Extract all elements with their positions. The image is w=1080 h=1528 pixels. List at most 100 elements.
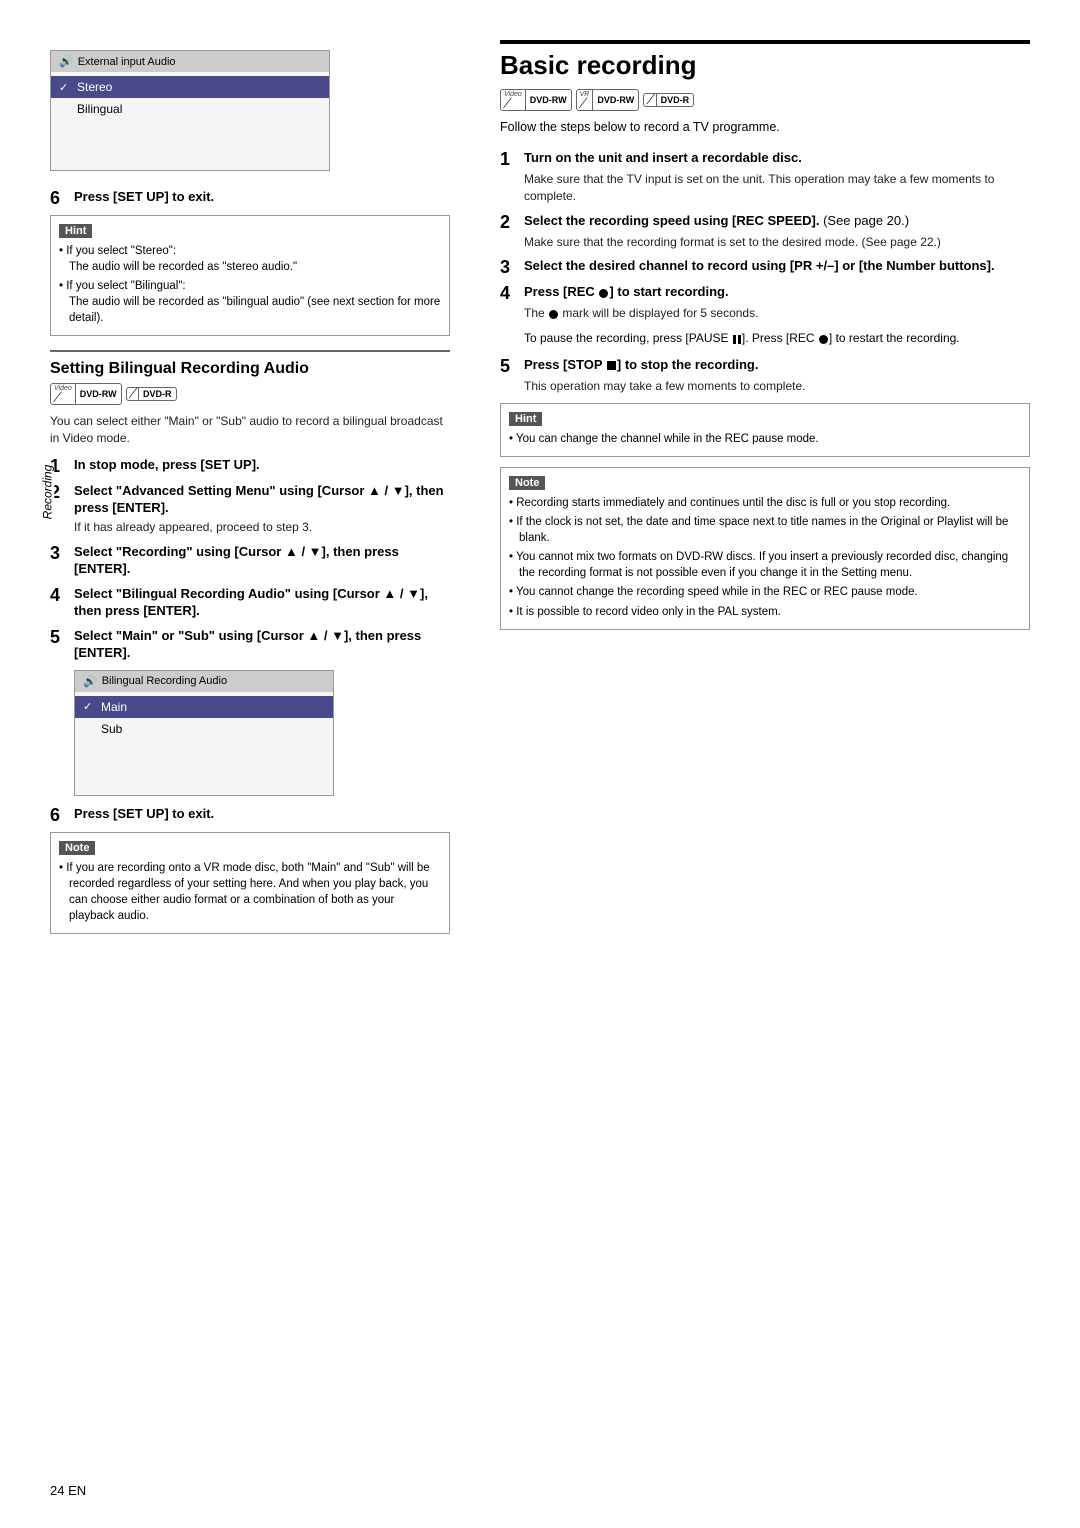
rec-circle-icon [599, 289, 608, 298]
page-number: 24 EN [50, 1483, 86, 1498]
left-column: Recording 🔊 External input Audio ✓ Stere… [50, 40, 480, 1488]
note1-item1: If you are recording onto a VR mode disc… [59, 860, 441, 924]
rec-circle2-icon [549, 310, 558, 319]
screen1-row-bilingual: Bilingual [51, 98, 329, 120]
hint-box-2: Hint You can change the channel while in… [500, 403, 1030, 457]
badge-r-vr-dvdrw-label: DVD-RW [593, 90, 638, 110]
badge-right-dvdrw-vr: VR ╱ DVD-RW [576, 89, 640, 111]
note1-label: Note [59, 841, 95, 855]
hint2-item1: You can change the channel while in the … [509, 431, 1021, 447]
r-step3-title: Select the desired channel to record usi… [524, 258, 995, 275]
r-step1-num: 1 [500, 150, 518, 168]
hint1-item2: If you select "Bilingual":The audio will… [59, 278, 441, 326]
right-divider-top [500, 40, 1030, 44]
pause-note: To pause the recording, press [PAUSE ]. … [500, 330, 1030, 347]
badge-dvdr-slash: ╱ [130, 389, 135, 399]
r-step5-body: This operation may take a few moments to… [500, 378, 1030, 395]
rec-circle3-icon [819, 335, 828, 344]
note2-label: Note [509, 476, 545, 490]
pause-icon [733, 335, 741, 344]
screen1-label-stereo: Stereo [77, 80, 112, 94]
bilingual-badges: Video ╱ DVD-RW ╱ DVD-R [50, 383, 450, 405]
hint1-label: Hint [59, 224, 92, 238]
badge-r-vr-slash: ╱ [580, 99, 585, 109]
hint-box-1: Hint If you select "Stereo":The audio wi… [50, 215, 450, 336]
bilingual-step3: 3 Select "Recording" using [Cursor ▲ / ▼… [50, 544, 450, 578]
bilingual-title: Setting Bilingual Recording Audio [50, 350, 450, 378]
r-step3-num: 3 [500, 258, 518, 276]
screen1-label-bilingual: Bilingual [77, 102, 122, 116]
right-step5: 5 Press [STOP ] to stop the recording. T… [500, 357, 1030, 395]
badge-dvdrw-video: Video ╱ DVD-RW [50, 383, 122, 405]
checkmark-stereo: ✓ [59, 81, 71, 94]
badge-dvdr: ╱ DVD-R [126, 387, 177, 401]
step6-num-left: 6 [50, 189, 68, 207]
screen1-row-stereo: ✓ Stereo [51, 76, 329, 98]
note2-item1: Recording starts immediately and continu… [509, 495, 1021, 511]
basic-rec-title: Basic recording [500, 50, 1030, 81]
speaker-icon: 🔊 [59, 55, 73, 68]
hint2-label: Hint [509, 412, 542, 426]
r-step2-title: Select the recording speed using [REC SP… [524, 213, 909, 230]
r-step4-title: Press [REC ] to start recording. [524, 284, 729, 301]
badge-r-dvdr-slash: ╱ [647, 95, 652, 105]
screen2-title: Bilingual Recording Audio [102, 675, 227, 687]
bilingual-step2: 2 Select "Advanced Setting Menu" using [… [50, 483, 450, 537]
press-setup-label2: Press [SET UP] to exit. [74, 806, 214, 823]
note2-item2: If the clock is not set, the date and ti… [509, 514, 1021, 546]
press-setup-step2: 6 Press [SET UP] to exit. [50, 806, 450, 824]
page-num-value: 24 [50, 1483, 64, 1498]
bilingual-step1: 1 In stop mode, press [SET UP]. [50, 457, 450, 475]
note-box-2: Note Recording starts immediately and co… [500, 467, 1030, 630]
sidebar-label: Recording [40, 465, 54, 520]
badge-video-slash: ╱ [54, 393, 59, 403]
right-step4: 4 Press [REC ] to start recording. The m… [500, 284, 1030, 322]
b-step2-title: Select "Advanced Setting Menu" using [Cu… [74, 483, 450, 517]
screen2-titlebar: 🔊 Bilingual Recording Audio [75, 671, 333, 692]
r-step4-body: The mark will be displayed for 5 seconds… [500, 305, 1030, 322]
right-step3: 3 Select the desired channel to record u… [500, 258, 1030, 276]
screen2-row-sub: Sub [75, 718, 333, 740]
bilingual-section: Setting Bilingual Recording Audio Video … [50, 350, 450, 933]
stop-square-icon [607, 361, 616, 370]
screen2-row-main: ✓ Main [75, 696, 333, 718]
r-step1-title: Turn on the unit and insert a recordable… [524, 150, 802, 167]
screen1-title: External input Audio [78, 56, 176, 68]
press-setup-step1: 6 Press [SET UP] to exit. [50, 189, 450, 207]
right-step2: 2 Select the recording speed using [REC … [500, 213, 1030, 251]
note2-item5: It is possible to record video only in t… [509, 604, 1021, 620]
r-step2-body: Make sure that the recording format is s… [500, 234, 1030, 251]
page-num-suffix: EN [64, 1483, 86, 1498]
b-step2-body: If it has already appeared, proceed to s… [50, 519, 450, 536]
badge-r-video-slash: ╱ [504, 99, 509, 109]
badge-right-dvdrw-video: Video ╱ DVD-RW [500, 89, 572, 111]
b-step3-title: Select "Recording" using [Cursor ▲ / ▼],… [74, 544, 450, 578]
r-step5-num: 5 [500, 357, 518, 375]
right-column: Basic recording Video ╱ DVD-RW VR ╱ DVD-… [480, 40, 1030, 1488]
screen1-titlebar: 🔊 External input Audio [51, 51, 329, 72]
b-step1-title: In stop mode, press [SET UP]. [74, 457, 260, 474]
b-step4-title: Select "Bilingual Recording Audio" using… [74, 586, 450, 620]
badge-right-dvdr: ╱ DVD-R [643, 93, 694, 107]
badge-dvdrw-label: DVD-RW [76, 384, 121, 404]
right-intro: Follow the steps below to record a TV pr… [500, 119, 1030, 137]
r-step4-num: 4 [500, 284, 518, 302]
checkmark-main: ✓ [83, 700, 95, 713]
badge-r-dvdr-label: DVD-R [657, 94, 694, 106]
note-box-1: Note If you are recording onto a VR mode… [50, 832, 450, 934]
badge-dvdr-label: DVD-R [139, 388, 176, 400]
speaker2-icon: 🔊 [83, 675, 97, 688]
press-setup-label1: Press [SET UP] to exit. [74, 189, 214, 206]
screen2: 🔊 Bilingual Recording Audio ✓ Main Sub [74, 670, 334, 796]
r-step5-title: Press [STOP ] to stop the recording. [524, 357, 758, 374]
right-badges: Video ╱ DVD-RW VR ╱ DVD-RW ╱ DVD-R [500, 89, 1030, 111]
screen1: 🔊 External input Audio ✓ Stereo Bilingua… [50, 50, 330, 171]
note2-item3: You cannot mix two formats on DVD-RW dis… [509, 549, 1021, 581]
bilingual-step4: 4 Select "Bilingual Recording Audio" usi… [50, 586, 450, 620]
bilingual-step5: 5 Select "Main" or "Sub" using [Cursor ▲… [50, 628, 450, 662]
step6-num2: 6 [50, 806, 68, 824]
screen2-label-sub: Sub [101, 722, 122, 736]
note2-item4: You cannot change the recording speed wh… [509, 584, 1021, 600]
b-step4-num: 4 [50, 586, 68, 604]
hint1-item1: If you select "Stereo":The audio will be… [59, 243, 441, 275]
